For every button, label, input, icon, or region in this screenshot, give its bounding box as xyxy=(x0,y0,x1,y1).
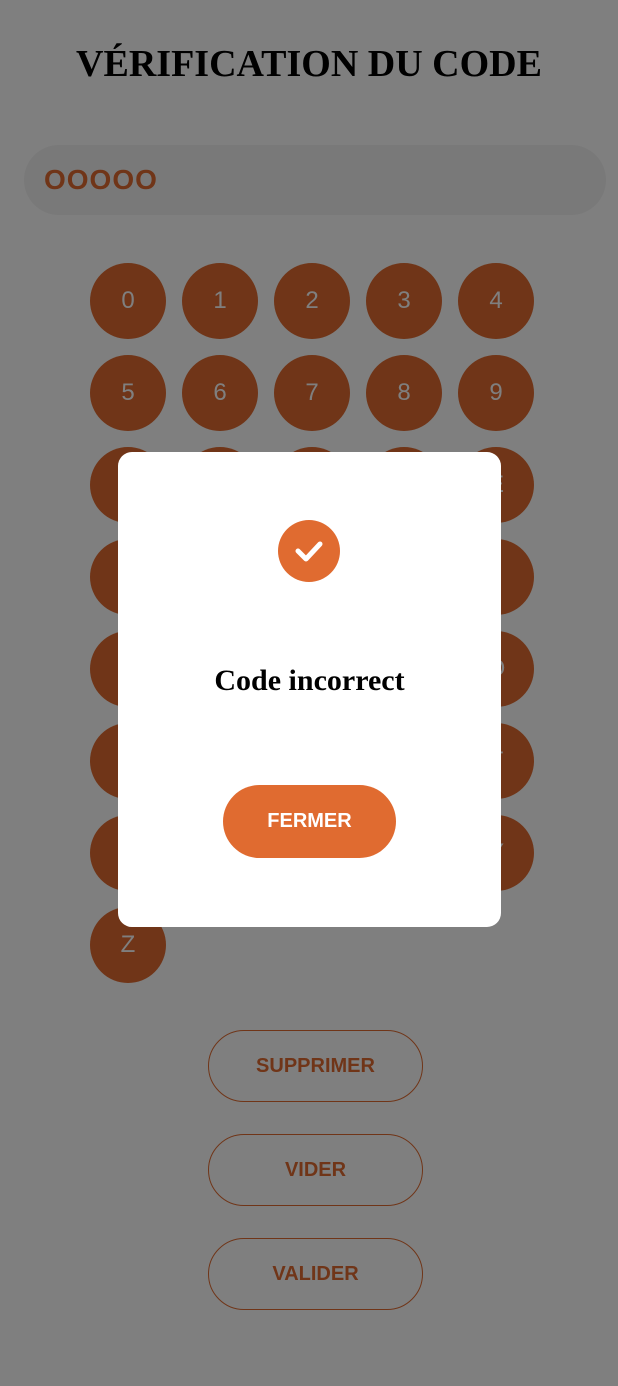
modal-message: Code incorrect xyxy=(214,664,405,697)
check-icon xyxy=(278,520,340,582)
result-modal: Code incorrect FERMER xyxy=(118,452,501,927)
close-button[interactable]: FERMER xyxy=(223,785,396,858)
